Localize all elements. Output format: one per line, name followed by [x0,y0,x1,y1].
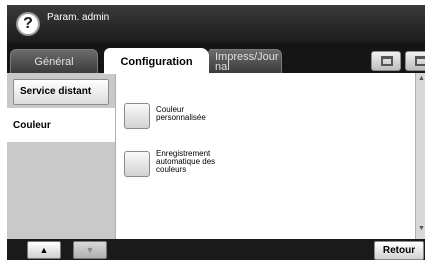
job-status-icon [381,56,393,66]
scroll-down-icon[interactable]: ▼ [418,225,425,232]
header-bar: ? Param. admin [7,5,425,43]
up-arrow-icon: ▲ [39,245,49,255]
tab-impress-line2: nal [215,61,230,73]
screen-title: Param. admin [47,12,110,23]
home-button[interactable] [405,51,425,71]
down-arrow-icon: ▼ [85,245,95,255]
custom-color-label: Couleur personnalisée [156,106,206,122]
auto-color-registration-label: Enregistrement automatique des couleurs [156,150,215,174]
scrollbar[interactable]: ▲ ▼ [415,73,425,239]
admin-settings-screen: ? Param. admin Général Impress/Jour nal … [7,5,425,260]
custom-color-line2: personnalisée [156,113,206,122]
back-button[interactable]: Retour [374,241,424,260]
bottom-bar: ▲ ▼ Retour [7,239,425,260]
sidebar-item-service-distant[interactable]: Service distant [13,79,109,105]
auto-color-line3: couleurs [156,165,187,174]
custom-color-button[interactable] [124,103,150,129]
auto-color-registration-button[interactable] [124,151,150,177]
help-icon[interactable]: ? [16,12,40,36]
main-panel: Couleur personnalisée Enregistrement aut… [115,73,415,239]
tab-general[interactable]: Général [10,49,98,73]
sidebar: Service distant Couleur [7,73,115,239]
page-up-button[interactable]: ▲ [27,241,61,259]
job-status-button[interactable] [371,51,401,71]
scroll-up-icon[interactable]: ▲ [418,75,425,82]
tab-bar: Général Impress/Jour nal Configuration [7,43,425,74]
home-icon [415,56,425,66]
tab-configuration[interactable]: Configuration [104,48,209,74]
sidebar-item-couleur-label: Couleur [13,120,51,131]
page-down-button[interactable]: ▼ [73,241,107,259]
